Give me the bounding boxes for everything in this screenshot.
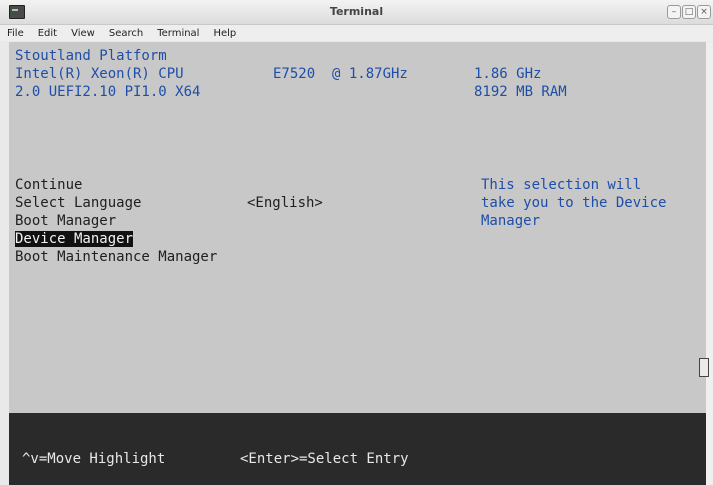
title-bar[interactable]: Terminal – □ ×	[0, 0, 713, 25]
select-entry-hint: <Enter>=Select Entry	[240, 451, 409, 467]
cpu-speed: 1.86 GHz	[474, 66, 542, 82]
close-icon[interactable]: ×	[697, 5, 711, 19]
firmware-version: 2.0 UEFI2.10 PI1.0 X64	[15, 84, 201, 100]
menu-edit[interactable]: Edit	[31, 25, 64, 41]
bios-screen: Stoutland Platform Intel(R) Xeon(R) CPU …	[9, 42, 706, 413]
ram-size: 8192 MB RAM	[474, 84, 567, 100]
menu-search[interactable]: Search	[102, 25, 150, 41]
menu-item-continue[interactable]: Continue	[15, 177, 82, 193]
menu-file[interactable]: File	[0, 25, 31, 41]
minimize-icon[interactable]: –	[667, 5, 681, 19]
help-text-line-1: This selection will	[481, 177, 642, 193]
terminal-scrollbar-track[interactable]	[706, 42, 713, 485]
help-text-line-2: take you to the Device	[481, 195, 667, 211]
menu-item-select-language[interactable]: Select Language	[15, 195, 141, 211]
key-help-bar: ^v=Move Highlight <Enter>=Select Entry	[9, 413, 706, 485]
menu-bar: File Edit View Search Terminal Help	[0, 25, 713, 41]
cpu-name: Intel(R) Xeon(R) CPU	[15, 66, 184, 82]
menu-item-boot-manager[interactable]: Boot Manager	[15, 213, 116, 229]
menu-help[interactable]: Help	[206, 25, 243, 41]
move-highlight-hint: ^v=Move Highlight	[22, 451, 166, 467]
window-title: Terminal	[329, 5, 384, 18]
platform-name: Stoutland Platform	[15, 48, 167, 64]
text-cursor-block	[699, 358, 709, 377]
language-value[interactable]: <English>	[247, 195, 323, 211]
menu-view[interactable]: View	[64, 25, 102, 41]
menu-item-boot-maintenance-manager[interactable]: Boot Maintenance Manager	[15, 249, 217, 265]
cpu-model: E7520 @ 1.87GHz	[273, 66, 408, 82]
help-text-line-3: Manager	[481, 213, 541, 229]
maximize-icon[interactable]: □	[682, 5, 696, 19]
menu-terminal[interactable]: Terminal	[150, 25, 206, 41]
window-controls: – □ ×	[667, 5, 711, 19]
menu-item-device-manager[interactable]: Device Manager	[15, 231, 134, 247]
terminal-window: Terminal – □ × File Edit View Search Ter…	[0, 0, 713, 485]
